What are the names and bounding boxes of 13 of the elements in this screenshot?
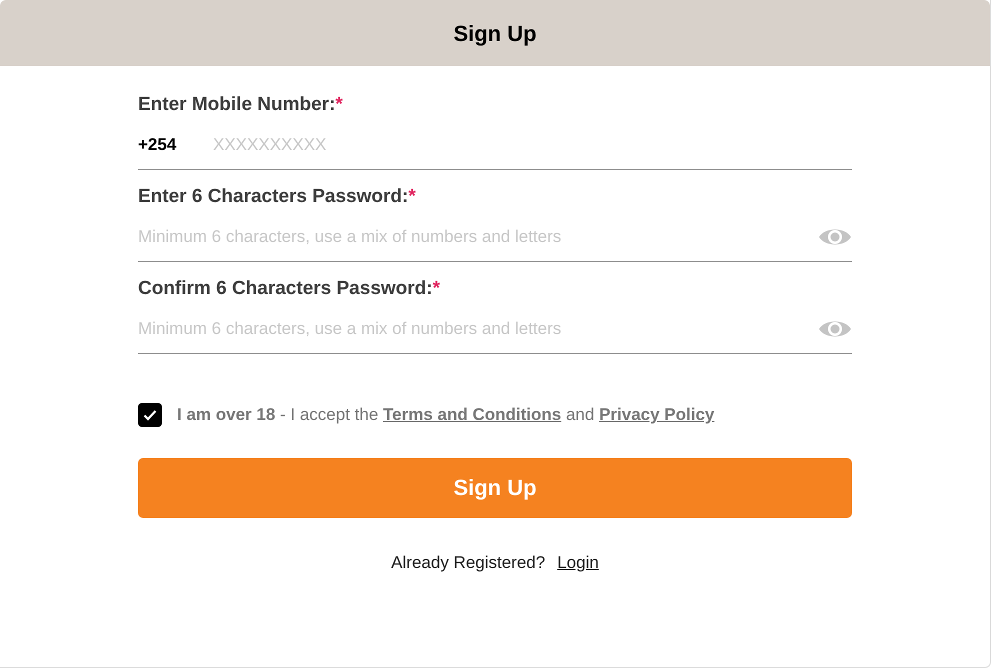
already-registered-text: Already Registered? xyxy=(391,552,546,574)
checkmark-icon xyxy=(143,408,157,421)
page-title: Sign Up xyxy=(453,20,537,48)
terms-link[interactable]: Terms and Conditions xyxy=(383,405,562,424)
login-link[interactable]: Login xyxy=(557,550,599,575)
field-label: Confirm 6 Characters Password:* xyxy=(138,277,441,301)
age-checkbox[interactable] xyxy=(138,402,162,427)
privacy-link[interactable]: Privacy Policy xyxy=(599,405,714,424)
agreement-text: I am over 18 - I accept the Terms and Conditions and Privacy Policy xyxy=(177,404,714,426)
sign-up-button[interactable]: Sign Up xyxy=(138,458,852,518)
field-label: Enter 6 Characters Password:* xyxy=(138,185,417,209)
country-code: +254 xyxy=(138,134,178,156)
field-label: Enter Mobile Number:* xyxy=(138,93,344,117)
